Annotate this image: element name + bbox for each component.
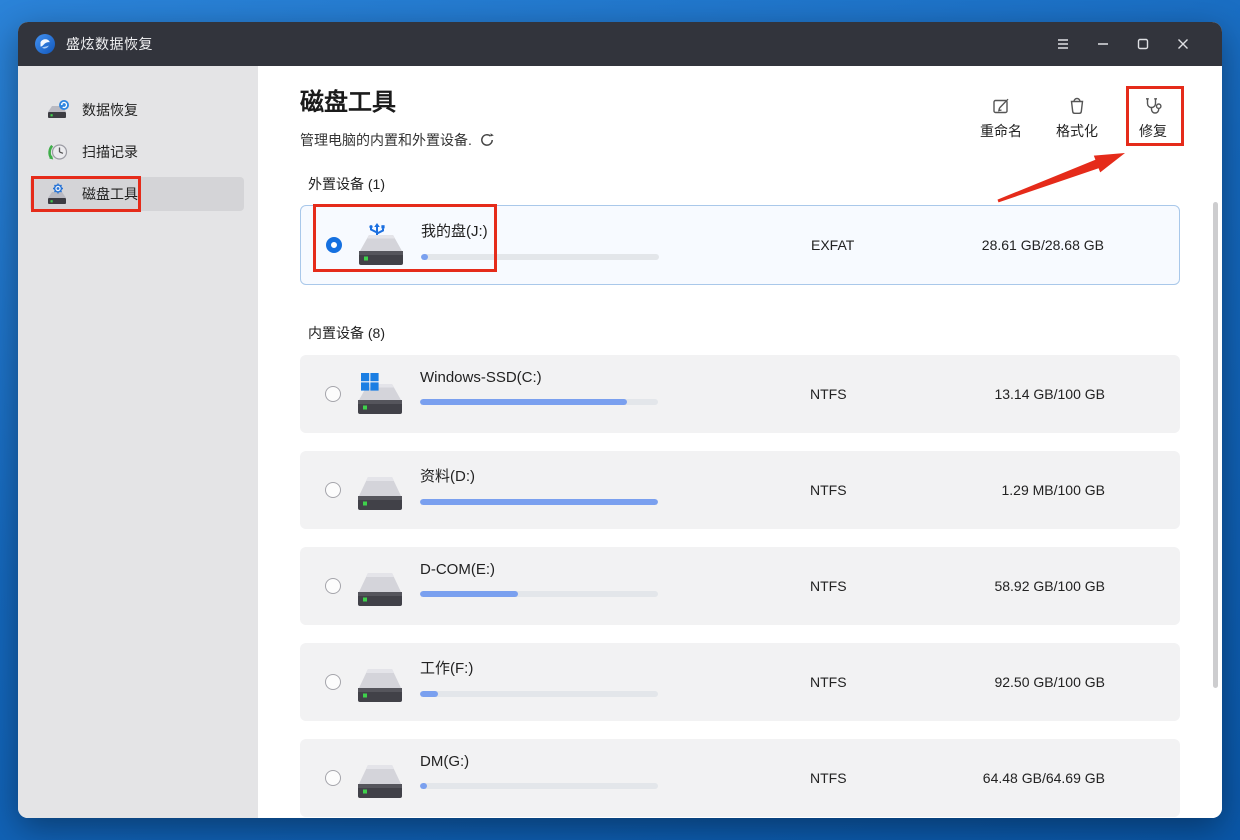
- capacity-bar: [420, 591, 658, 597]
- capacity-text: 64.48 GB/64.69 GB: [983, 770, 1105, 786]
- format-icon: [1067, 96, 1087, 116]
- device-name: Windows-SSD(C:): [420, 369, 658, 386]
- device-name: DM(G:): [420, 753, 658, 770]
- radio-button[interactable]: [326, 237, 342, 253]
- capacity-text: 28.61 GB/28.68 GB: [982, 237, 1104, 253]
- drive-icon: [354, 563, 406, 609]
- radio-button[interactable]: [325, 482, 341, 498]
- filesystem-type: EXFAT: [811, 237, 854, 253]
- drive-icon: [354, 755, 406, 801]
- menu-icon[interactable]: [1043, 22, 1083, 66]
- device-name: 工作(F:): [420, 657, 658, 678]
- desktop-background: 盛炫数据恢复: [0, 0, 1240, 840]
- radio-button[interactable]: [325, 578, 341, 594]
- minimize-icon[interactable]: [1083, 22, 1123, 66]
- title-bar[interactable]: 盛炫数据恢复: [18, 22, 1222, 66]
- capacity-bar: [420, 783, 658, 789]
- app-logo-icon: [34, 33, 56, 55]
- filesystem-type: NTFS: [810, 770, 847, 786]
- capacity-text: 1.29 MB/100 GB: [1001, 482, 1105, 498]
- device-name: D-COM(E:): [420, 561, 658, 578]
- device-row-my-disk-j[interactable]: 我的盘(J:) EXFAT 28.61 GB/28.68 GB: [300, 205, 1180, 285]
- repair-icon: [1143, 96, 1163, 116]
- sidebar: 数据恢复 扫描记录: [18, 66, 258, 818]
- rename-button[interactable]: 重命名: [969, 96, 1033, 141]
- window-controls: [1043, 22, 1222, 66]
- repair-button[interactable]: 修复: [1121, 96, 1185, 141]
- sidebar-item-label: 磁盘工具: [82, 184, 138, 204]
- external-devices-label: 外置设备 (1): [308, 174, 1222, 192]
- radio-button[interactable]: [325, 674, 341, 690]
- filesystem-type: NTFS: [810, 578, 847, 594]
- internal-devices-label: 内置设备 (8): [308, 323, 1222, 341]
- drive-icon: [354, 467, 406, 513]
- page-subtitle: 管理电脑的内置和外置设备.: [300, 130, 472, 150]
- filesystem-type: NTFS: [810, 674, 847, 690]
- capacity-bar: [421, 254, 659, 260]
- close-icon[interactable]: [1163, 22, 1203, 66]
- format-button[interactable]: 格式化: [1045, 96, 1109, 141]
- usb-drive-icon: [355, 222, 407, 268]
- vertical-scrollbar[interactable]: [1213, 202, 1218, 688]
- device-row-d-com-e[interactable]: D-COM(E:) NTFS 58.92 GB/100 GB: [300, 547, 1180, 625]
- device-row-work-f[interactable]: 工作(F:) NTFS 92.50 GB/100 GB: [300, 643, 1180, 721]
- sidebar-item-label: 扫描记录: [82, 142, 138, 162]
- drive-gear-icon: [46, 183, 70, 205]
- sidebar-item-label: 数据恢复: [82, 100, 138, 120]
- drive-recovery-icon: [46, 99, 70, 121]
- device-name: 资料(D:): [420, 465, 658, 486]
- main-content: 磁盘工具 管理电脑的内置和外置设备. 重命名: [258, 66, 1222, 818]
- device-row-windows-ssd-c[interactable]: Windows-SSD(C:) NTFS 13.14 GB/100 GB: [300, 355, 1180, 433]
- radio-button[interactable]: [325, 386, 341, 402]
- capacity-bar: [420, 691, 658, 697]
- sidebar-item-disk-tools[interactable]: 磁盘工具: [30, 177, 244, 211]
- maximize-icon[interactable]: [1123, 22, 1163, 66]
- capacity-bar-fill: [420, 783, 427, 789]
- rename-icon: [991, 96, 1011, 116]
- capacity-text: 92.50 GB/100 GB: [994, 674, 1105, 690]
- repair-label: 修复: [1139, 121, 1167, 141]
- drive-icon: [354, 659, 406, 705]
- device-row-dm-g[interactable]: DM(G:) NTFS 64.48 GB/64.69 GB: [300, 739, 1180, 817]
- capacity-bar-fill: [420, 399, 627, 405]
- sidebar-item-data-recovery[interactable]: 数据恢复: [30, 93, 244, 127]
- capacity-bar: [420, 399, 658, 405]
- radio-button[interactable]: [325, 770, 341, 786]
- sidebar-item-scan-history[interactable]: 扫描记录: [30, 135, 244, 169]
- app-title: 盛炫数据恢复: [66, 34, 153, 54]
- device-name: 我的盘(J:): [421, 220, 659, 241]
- refresh-icon[interactable]: [479, 132, 495, 148]
- capacity-bar-fill: [420, 499, 658, 505]
- disk-toolbar: 重命名 格式化: [969, 96, 1185, 141]
- format-label: 格式化: [1056, 121, 1098, 141]
- scan-history-icon: [46, 141, 70, 163]
- capacity-bar-fill: [420, 591, 518, 597]
- filesystem-type: NTFS: [810, 386, 847, 402]
- device-row-data-d[interactable]: 资料(D:) NTFS 1.29 MB/100 GB: [300, 451, 1180, 529]
- capacity-text: 58.92 GB/100 GB: [994, 578, 1105, 594]
- capacity-bar-fill: [421, 254, 428, 260]
- capacity-bar: [420, 499, 658, 505]
- capacity-bar-fill: [420, 691, 438, 697]
- capacity-text: 13.14 GB/100 GB: [994, 386, 1105, 402]
- rename-label: 重命名: [980, 121, 1022, 141]
- windows-drive-icon: [354, 371, 406, 417]
- app-window: 盛炫数据恢复: [18, 22, 1222, 818]
- filesystem-type: NTFS: [810, 482, 847, 498]
